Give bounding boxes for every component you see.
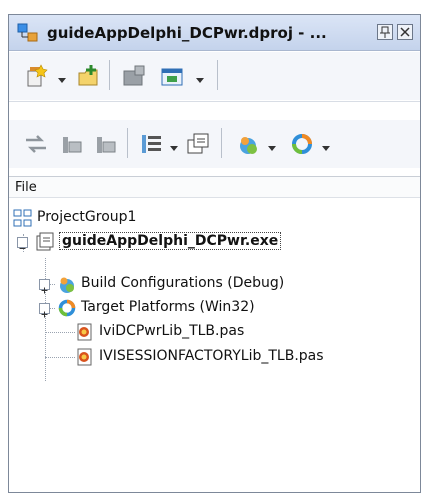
expand-toggle-icon[interactable] [39, 279, 50, 294]
remove-icon[interactable] [121, 63, 147, 89]
tree-item-label: IVISESSIONFACTORYLib_TLB.pas [99, 348, 324, 364]
close-icon[interactable] [397, 24, 413, 40]
toolbar-bottom [9, 120, 420, 168]
tree-item-label: ProjectGroup1 [37, 209, 137, 225]
tree-item-project-group[interactable]: ProjectGroup1 [13, 206, 313, 230]
add-icon[interactable] [75, 63, 101, 89]
view-dropdown-icon[interactable] [195, 70, 205, 83]
tree-item-ividcpwrlib-tlb[interactable]: IviDCPwrLib_TLB.pas [75, 320, 395, 344]
new-item-icon[interactable] [23, 63, 49, 89]
tree-connector [45, 332, 75, 333]
toolbar-separator [127, 128, 128, 158]
project-manager-panel: guideAppDelphi_DCPwr.dproj - ... File Pr… [8, 14, 421, 493]
exe-project-icon [35, 232, 55, 252]
tree-item-build-configurations[interactable]: Build Configurations (Debug) [39, 272, 379, 296]
tree-item-label: IviDCPwrLib_TLB.pas [99, 323, 245, 339]
toolbar-separator [221, 128, 222, 158]
build-order-dropdown-icon[interactable] [169, 138, 179, 151]
new-item-dropdown-icon[interactable] [57, 70, 67, 83]
sync-icon[interactable] [23, 131, 49, 157]
project-group-icon [13, 208, 33, 228]
build-icon[interactable] [185, 131, 211, 157]
file-column-label: File [15, 180, 37, 195]
tree-connector [45, 357, 75, 358]
configuration-icon[interactable] [235, 131, 261, 157]
collapse-icon[interactable] [93, 131, 119, 157]
pas-file-icon [75, 322, 95, 342]
tree-item-exe-project[interactable]: guideAppDelphi_DCPwr.exe [17, 230, 357, 254]
tree-column-header[interactable]: File [9, 176, 420, 198]
panel-title: guideAppDelphi_DCPwr.dproj - ... [47, 24, 327, 42]
tree-item-target-platforms[interactable]: Target Platforms (Win32) [39, 296, 379, 320]
platform-icon[interactable] [289, 131, 315, 157]
toolbar-divider [9, 101, 420, 102]
target-platform-icon [57, 298, 77, 318]
project-manager-icon [17, 23, 39, 43]
tree-item-label: guideAppDelphi_DCPwr.exe [59, 232, 282, 250]
tree-item-label: Build Configurations (Debug) [81, 275, 285, 291]
expand-toggle-icon[interactable] [39, 303, 50, 318]
pas-file-icon [75, 347, 95, 367]
configuration-dropdown-icon[interactable] [267, 138, 277, 151]
build-order-icon[interactable] [139, 131, 165, 157]
toolbar-separator [109, 60, 110, 90]
toolbar-top [9, 52, 420, 100]
panel-titlebar: guideAppDelphi_DCPwr.dproj - ... [9, 15, 420, 51]
expand-icon[interactable] [59, 131, 85, 157]
build-config-icon [57, 274, 77, 294]
collapse-toggle-icon[interactable] [17, 237, 28, 249]
toolbar-separator [217, 60, 218, 90]
tree-item-label: Target Platforms (Win32) [81, 299, 255, 315]
platform-dropdown-icon[interactable] [321, 138, 331, 151]
pin-icon[interactable] [377, 24, 393, 40]
view-icon[interactable] [159, 63, 185, 89]
tree-item-ivisessionfactorylib-tlb[interactable]: IVISESSIONFACTORYLib_TLB.pas [75, 345, 415, 369]
